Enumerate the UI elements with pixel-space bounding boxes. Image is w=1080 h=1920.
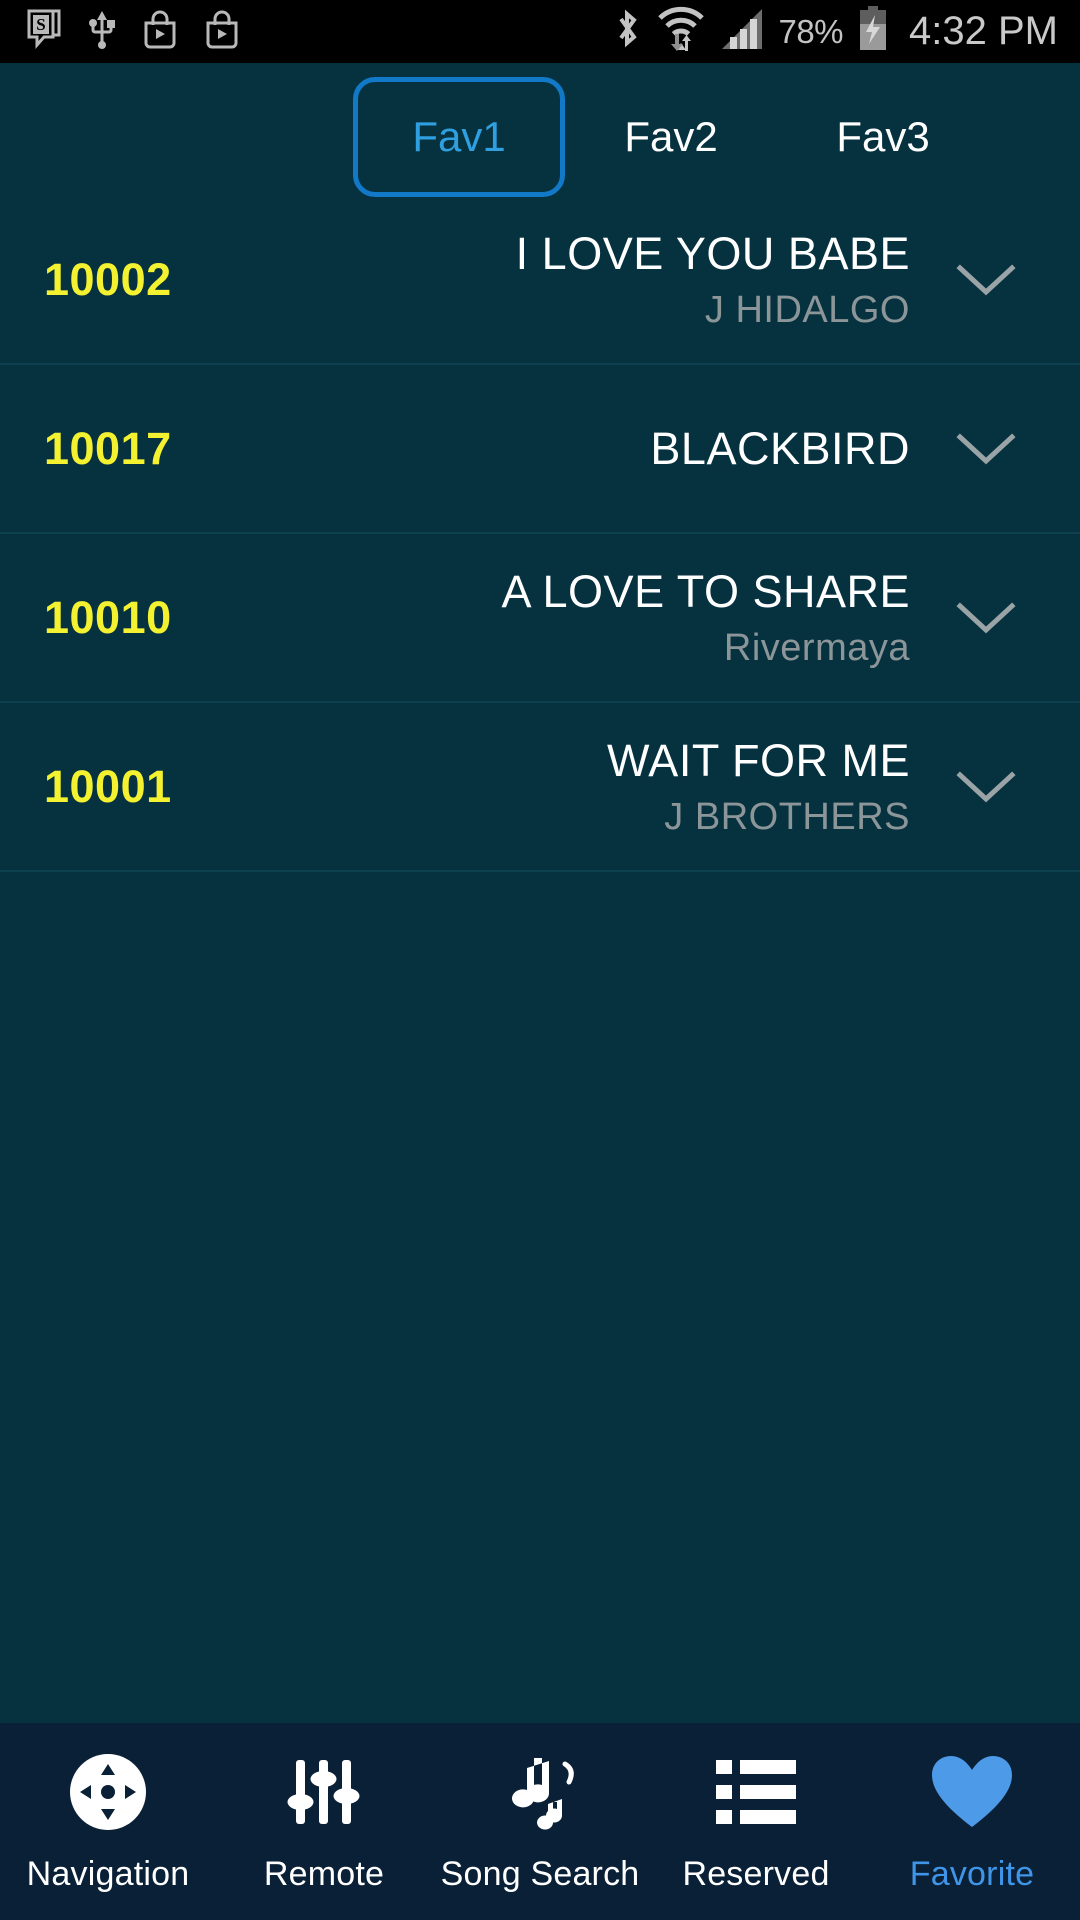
status-bar-clock: 4:32 PM [909,9,1058,53]
app-screen: S 78% 4:32 PM Fav1 Fav2 Fav3 10002 I LOV… [0,0,1080,1920]
status-bar-right-icons: 78% 4:32 PM [612,6,1080,57]
nav-item-navigation-label: Navigation [26,1855,190,1893]
wifi-transfer-icon [656,6,706,57]
nav-item-reserved[interactable]: Reserved [648,1723,864,1920]
song-artist: J BROTHERS [664,795,910,838]
song-text-block: I LOVE YOU BABE J HIDALGO [516,196,910,363]
svg-text:S: S [36,15,45,34]
song-title: A LOVE TO SHARE [501,565,910,617]
status-bar: S 78% 4:32 PM [0,0,1080,63]
heart-icon [929,1749,1015,1835]
chevron-down-icon[interactable] [954,598,1018,638]
list-bullets-icon [713,1749,799,1835]
favorites-song-list: 10002 I LOVE YOU BABE J HIDALGO 10017 BL… [0,196,1080,872]
song-number: 10017 [44,422,172,474]
table-row[interactable]: 10001 WAIT FOR ME J BROTHERS [0,703,1080,872]
nav-item-navigation[interactable]: Navigation [0,1723,216,1920]
equalizer-sliders-icon [281,1749,367,1835]
play-store-bag-icon [142,9,178,54]
song-artist: Rivermaya [723,626,910,669]
nav-item-song-search-label: Song Search [440,1855,640,1893]
battery-percent-label: 78% [778,12,844,50]
chevron-down-icon[interactable] [954,260,1018,300]
tab-fav1[interactable]: Fav1 [353,77,565,197]
song-text-block: WAIT FOR ME J BROTHERS [607,703,910,870]
nav-item-favorite-label: Favorite [909,1855,1035,1893]
cellular-signal-icon [720,7,764,56]
tab-fav3[interactable]: Fav3 [777,77,989,197]
tab-fav1-label: Fav1 [412,113,506,160]
bottom-navigation-bar: Navigation Remote Song Search Reserved F… [0,1723,1080,1920]
song-text-block: BLACKBIRD [650,365,910,532]
status-bar-left-icons: S [0,8,240,55]
usb-icon [88,8,116,55]
play-store-bag-icon [204,9,240,54]
nav-item-remote-label: Remote [263,1855,385,1893]
battery-charging-icon [857,6,889,57]
song-text-block: A LOVE TO SHARE Rivermaya [501,534,910,701]
tab-fav2[interactable]: Fav2 [565,77,777,197]
nav-item-reserved-label: Reserved [682,1855,830,1893]
dpad-navigation-icon [65,1749,151,1835]
chevron-down-icon[interactable] [954,767,1018,807]
music-notes-icon [497,1749,583,1835]
song-number: 10001 [44,760,172,812]
favorites-tab-bar: Fav1 Fav2 Fav3 [0,63,1080,197]
tab-fav3-label: Fav3 [836,113,930,160]
tab-fav2-label: Fav2 [624,113,718,160]
song-number: 10010 [44,591,172,643]
song-artist: J HIDALGO [704,288,910,331]
nav-item-song-search[interactable]: Song Search [432,1723,648,1920]
song-number: 10002 [44,253,172,305]
nav-item-remote[interactable]: Remote [216,1723,432,1920]
nav-item-favorite[interactable]: Favorite [864,1723,1080,1920]
song-title: I LOVE YOU BABE [515,227,910,279]
table-row[interactable]: 10010 A LOVE TO SHARE Rivermaya [0,534,1080,703]
table-row[interactable]: 10002 I LOVE YOU BABE J HIDALGO [0,196,1080,365]
bluetooth-icon [612,7,642,56]
song-title: WAIT FOR ME [607,734,910,786]
chevron-down-icon[interactable] [954,429,1018,469]
table-row[interactable]: 10017 BLACKBIRD [0,365,1080,534]
song-title: BLACKBIRD [650,423,910,474]
stumbleupon-notification-icon: S [26,9,62,54]
